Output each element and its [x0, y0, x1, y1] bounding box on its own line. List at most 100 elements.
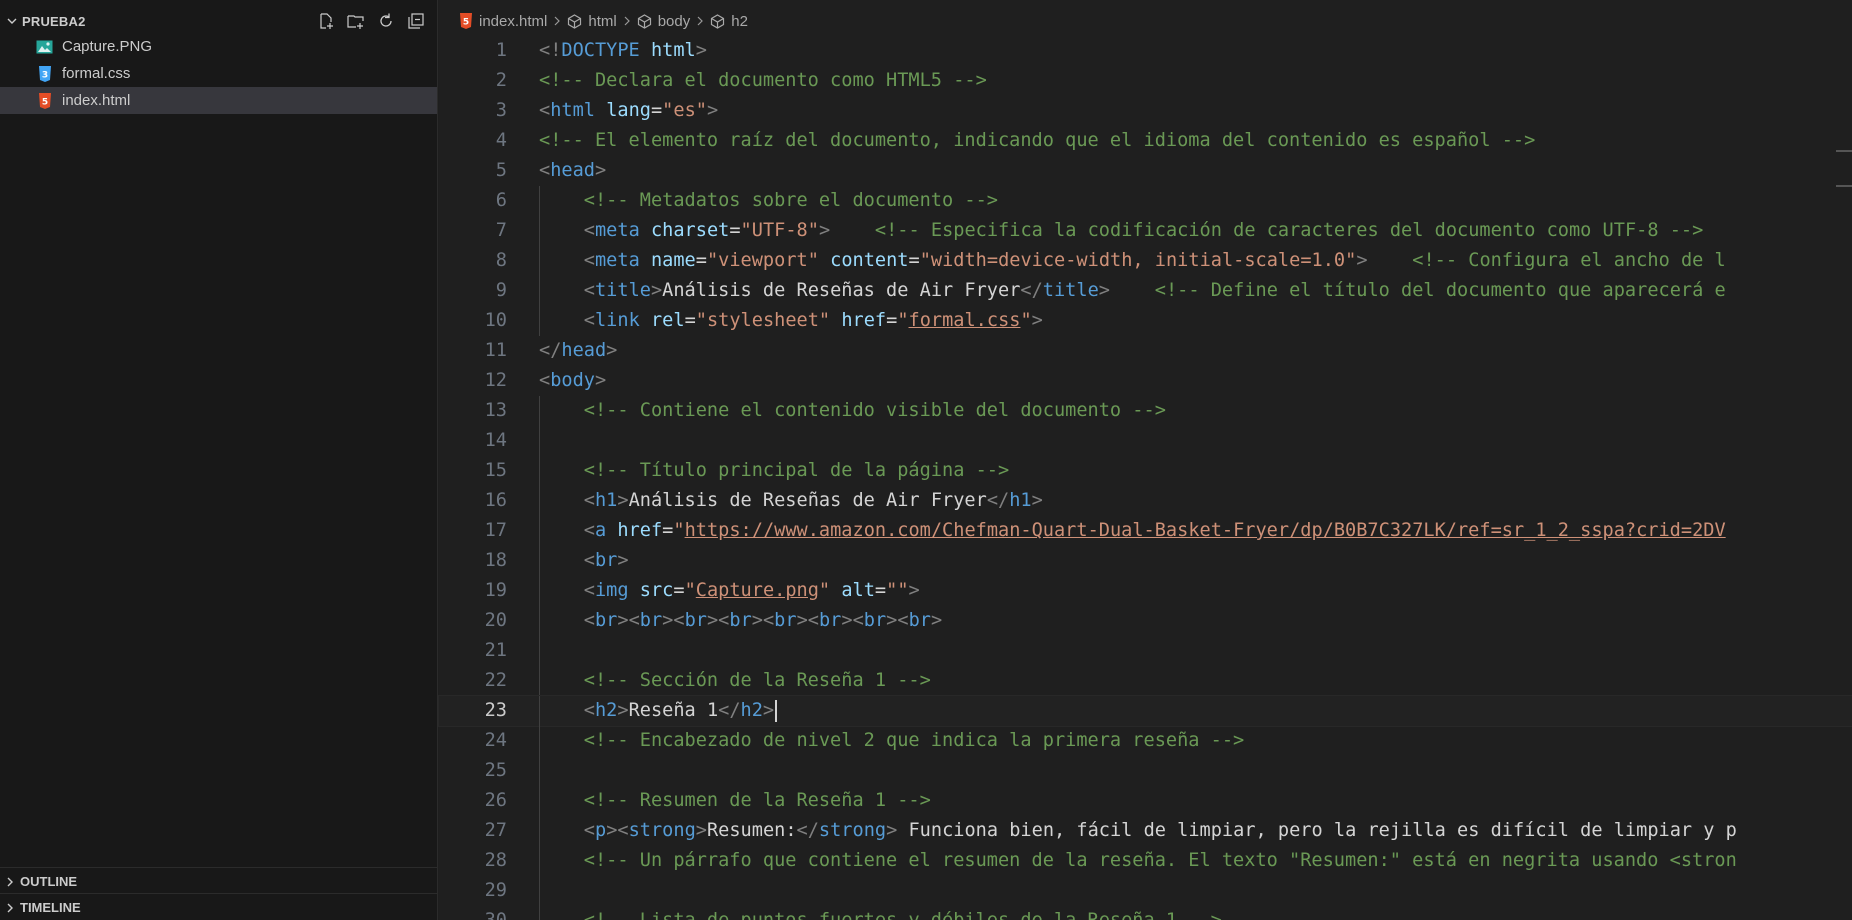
line-text: <!-- Encabezado de nivel 2 que indica la…: [583, 730, 1245, 751]
code-line[interactable]: 25: [439, 756, 1852, 786]
line-number: 3: [495, 100, 507, 121]
chevron-right-icon: [695, 15, 705, 27]
outline-panel-header[interactable]: OUTLINE: [0, 867, 438, 895]
line-number: 2: [495, 70, 507, 91]
code-line[interactable]: 28 <!-- Un párrafo que contiene el resum…: [439, 846, 1852, 876]
line-number: 7: [495, 220, 507, 241]
explorer-folder-header[interactable]: PRUEBA2: [0, 0, 437, 42]
line-text: <!-- Un párrafo que contiene el resumen …: [583, 850, 1737, 871]
line-number: 16: [484, 490, 507, 511]
chevron-down-icon: [6, 15, 18, 27]
collapse-all-icon[interactable]: [405, 10, 427, 32]
line-number: 9: [495, 280, 507, 301]
css-file-icon: 3: [36, 65, 53, 82]
line-number: 28: [484, 850, 507, 871]
explorer-actions: [315, 10, 427, 32]
line-number: 14: [484, 430, 507, 451]
code-line[interactable]: 5 <head>: [439, 156, 1852, 186]
line-text: <head>: [539, 160, 607, 181]
breadcrumb-h2[interactable]: h2: [710, 13, 748, 30]
text-cursor: [775, 699, 778, 722]
code-line[interactable]: 21: [439, 636, 1852, 666]
code-line[interactable]: 13 <!-- Contiene el contenido visible de…: [439, 396, 1852, 426]
new-folder-icon[interactable]: [345, 10, 367, 32]
code-line[interactable]: 17 <a href="https://www.amazon.com/Chefm…: [439, 516, 1852, 546]
breadcrumb-body[interactable]: body: [637, 13, 690, 30]
breadcrumb-html[interactable]: html: [567, 13, 617, 30]
code-line[interactable]: 10 <link rel="stylesheet" href="formal.c…: [439, 306, 1852, 336]
code-line[interactable]: 27 <p><strong>Resumen:</strong> Funciona…: [439, 816, 1852, 846]
line-number: 24: [484, 730, 507, 751]
code-line[interactable]: 23 <h2>Reseña 1</h2>: [438, 695, 1852, 727]
code-line[interactable]: 18 <br>: [439, 546, 1852, 576]
file-name: formal.css: [62, 65, 131, 82]
line-number: 30: [439, 906, 507, 920]
code-line[interactable]: 14: [439, 426, 1852, 456]
code-line[interactable]: 15 <!-- Título principal de la página --…: [439, 456, 1852, 486]
code-line[interactable]: 8 <meta name="viewport" content="width=d…: [439, 246, 1852, 276]
line-text: <html lang="es">: [539, 100, 719, 121]
code-line[interactable]: 2 <!-- Declara el documento como HTML5 --…: [439, 66, 1852, 96]
line-text: <br>: [583, 550, 629, 571]
line-number: 22: [484, 670, 507, 691]
code-line[interactable]: 29: [439, 876, 1852, 906]
chevron-right-icon: [4, 876, 16, 888]
indent-guide: [539, 756, 540, 786]
code-lines[interactable]: 1 <!DOCTYPE html> 2 <!-- Declara el documen…: [438, 36, 1852, 920]
file-item-formal-css[interactable]: 3 formal.css: [0, 60, 437, 87]
code-line[interactable]: 16 <h1>Análisis de Reseñas de Air Fryer<…: [439, 486, 1852, 516]
indent-guide: [539, 636, 540, 666]
code-editor[interactable]: 5 index.html html body h2 1 <!DOCTYPE htm…: [438, 0, 1852, 920]
chevron-right-icon: [622, 15, 632, 27]
line-text: <!-- Contiene el contenido visible del d…: [583, 400, 1166, 421]
code-line[interactable]: 7 <meta charset="UTF-8"> <!-- Especifica…: [439, 216, 1852, 246]
file-item-index-html[interactable]: 5 index.html: [0, 87, 437, 114]
svg-text:5: 5: [463, 18, 469, 28]
code-line[interactable]: 1 <!DOCTYPE html>: [439, 36, 1852, 66]
line-text: <h2>Reseña 1</h2>: [539, 696, 778, 726]
code-line[interactable]: 3 <html lang="es">: [439, 96, 1852, 126]
code-line[interactable]: 20 <br><br><br><br><br><br><br><br>: [439, 606, 1852, 636]
refresh-icon[interactable]: [375, 10, 397, 32]
line-text: <!-- Lista de puntos fuertes y débiles d…: [539, 906, 1222, 920]
scrollbar-marker: [1836, 185, 1852, 187]
code-line[interactable]: 12 <body>: [439, 366, 1852, 396]
scrollbar-thumb[interactable]: [1836, 150, 1852, 152]
new-file-icon[interactable]: [315, 10, 337, 32]
line-number: 5: [495, 160, 507, 181]
line-text: <p><strong>Resumen:</strong> Funciona bi…: [583, 820, 1737, 841]
line-text: <br><br><br><br><br><br><br><br>: [583, 610, 943, 631]
code-line[interactable]: 19 <img src="Capture.png" alt="">: [439, 576, 1852, 606]
code-line[interactable]: 11 </head>: [439, 336, 1852, 366]
line-number: 23: [484, 700, 507, 721]
line-text: <!-- Declara el documento como HTML5 -->: [539, 70, 987, 91]
line-number: 29: [484, 880, 507, 901]
code-line[interactable]: 4 <!-- El elemento raíz del documento, in…: [439, 126, 1852, 156]
code-line[interactable]: 6 <!-- Metadatos sobre el documento -->: [439, 186, 1852, 216]
line-number: 15: [484, 460, 507, 481]
line-text: <meta charset="UTF-8"> <!-- Especifica l…: [583, 220, 1704, 241]
code-line[interactable]: 24 <!-- Encabezado de nivel 2 que indica…: [439, 726, 1852, 756]
line-number: 21: [484, 640, 507, 661]
line-number: 26: [484, 790, 507, 811]
line-text: <title>Análisis de Reseñas de Air Fryer<…: [583, 280, 1726, 301]
line-number: 18: [484, 550, 507, 571]
line-number: 10: [484, 310, 507, 331]
chevron-right-icon: [4, 902, 16, 914]
html-file-icon: 5: [459, 13, 473, 29]
line-number: 19: [484, 580, 507, 601]
breadcrumb-file[interactable]: 5 index.html: [459, 13, 547, 30]
timeline-panel-header[interactable]: TIMELINE: [0, 893, 438, 920]
element-icon: [567, 13, 582, 29]
code-line[interactable]: 9 <title>Análisis de Reseñas de Air Frye…: [439, 276, 1852, 306]
line-text: <body>: [539, 370, 607, 391]
line-text: <meta name="viewport" content="width=dev…: [583, 250, 1726, 271]
line-text: <h1>Análisis de Reseñas de Air Fryer</h1…: [583, 490, 1043, 511]
code-line[interactable]: 30 <!-- Lista de puntos fuertes y débile…: [439, 906, 1852, 920]
indent-guide: [539, 876, 540, 906]
line-text: <a href="https://www.amazon.com/Chefman-…: [583, 520, 1726, 541]
line-number: 8: [495, 250, 507, 271]
code-line[interactable]: 22 <!-- Sección de la Reseña 1 -->: [439, 666, 1852, 696]
code-line[interactable]: 26 <!-- Resumen de la Reseña 1 -->: [439, 786, 1852, 816]
line-number: 20: [484, 610, 507, 631]
